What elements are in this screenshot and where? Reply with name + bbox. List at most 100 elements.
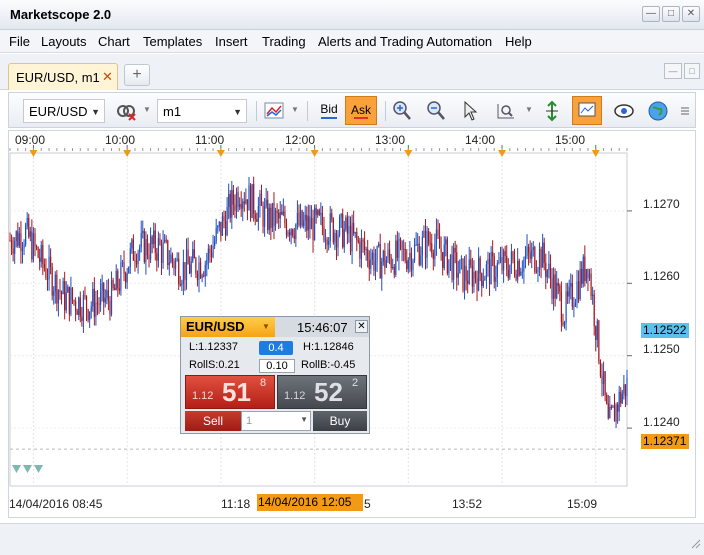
candle-body [85, 296, 88, 310]
candle-body [515, 274, 517, 280]
sell-price-prefix: 1.12 [192, 390, 214, 402]
buy-button[interactable]: Buy [313, 411, 367, 431]
candle-body [620, 391, 622, 404]
panel-minimize-button[interactable]: — [664, 63, 682, 79]
candle-body [371, 252, 373, 260]
candle-body [256, 219, 258, 222]
zoom-out-icon[interactable] [425, 100, 447, 122]
fit-icon[interactable] [541, 100, 563, 122]
candle-body [420, 255, 422, 265]
collapse-arrows-icon[interactable] [12, 465, 46, 477]
add-tab-button[interactable]: + [124, 64, 150, 86]
trade-symbol: EUR/USD [186, 319, 245, 334]
amount-select[interactable]: 1 ▼ [241, 411, 311, 431]
candle-body [509, 264, 511, 278]
candle-body [549, 263, 552, 279]
menu-file[interactable]: File [9, 34, 30, 49]
close-button[interactable]: ✕ [682, 6, 700, 22]
candle-body [174, 260, 177, 269]
lot-size-input[interactable]: 0.10 [259, 359, 295, 373]
menu-templates[interactable]: Templates [143, 34, 202, 49]
globe-icon[interactable] [647, 100, 669, 122]
minimize-button[interactable]: — [642, 6, 660, 22]
candle-body [457, 273, 459, 278]
candle-body [220, 221, 222, 236]
zoom-in-icon[interactable] [391, 100, 413, 122]
candle-body [556, 282, 558, 299]
candle-body [81, 316, 83, 321]
candle-body [462, 258, 464, 291]
sell-price-box[interactable]: 1.12 51 8 [185, 375, 275, 409]
snapshot-icon[interactable] [572, 96, 602, 125]
candle-body [71, 287, 74, 301]
indicator-dropdown-icon[interactable]: ▼ [143, 105, 151, 114]
candle-body [446, 239, 448, 274]
candle-body [493, 256, 495, 282]
candle-body [324, 239, 327, 241]
panel-maximize-button[interactable]: □ [684, 63, 700, 79]
trade-panel-close-icon[interactable]: ✕ [355, 320, 368, 333]
candle-body [535, 271, 538, 273]
candle-body [543, 242, 545, 263]
candle-body [239, 204, 241, 208]
ask-button[interactable]: Ask [345, 96, 377, 125]
resize-grip-icon[interactable] [690, 538, 702, 550]
price-label-1240: 1.1240 [643, 415, 680, 429]
candle-body [320, 212, 322, 215]
candle-body [559, 285, 561, 292]
menu-help[interactable]: Help [505, 34, 532, 49]
tab-eurusd-m1[interactable]: EUR/USD, m1 ✕ [8, 63, 118, 90]
menu-layouts[interactable]: Layouts [41, 34, 87, 49]
candle-body [293, 235, 295, 239]
candle-body [468, 259, 470, 284]
buy-price-box[interactable]: 1.12 52 2 [277, 375, 367, 409]
candle-body [253, 184, 255, 214]
candle-body [540, 248, 542, 268]
indicator-icon[interactable] [115, 100, 137, 122]
candle-body [596, 320, 598, 341]
candle-body [103, 282, 105, 303]
menu-insert[interactable]: Insert [215, 34, 248, 49]
eye-icon[interactable] [613, 100, 635, 122]
candle-body [378, 244, 380, 246]
candle-body [32, 233, 35, 260]
candle-body [51, 267, 53, 296]
candle-body [601, 375, 603, 385]
candle-body [68, 286, 70, 315]
candle-body [428, 231, 430, 244]
candle-body [623, 384, 625, 394]
candle-body [210, 252, 213, 257]
symbol-dropdown-icon[interactable]: ▼ [259, 319, 273, 335]
candle-body [89, 311, 91, 321]
candle-body [23, 244, 25, 248]
candle-body [534, 247, 536, 272]
timeframe-select[interactable]: m1 ▼ [157, 99, 247, 123]
chart-type-icon[interactable] [263, 100, 285, 122]
amount-dropdown-icon[interactable]: ▼ [300, 415, 308, 424]
candle-body [123, 262, 125, 274]
candle-body [602, 371, 605, 385]
chart-type-dropdown-icon[interactable]: ▼ [291, 105, 299, 114]
candle-body [413, 244, 416, 261]
candle-body [582, 256, 584, 284]
more-icon[interactable] [679, 100, 691, 122]
trade-symbol-selector[interactable]: EUR/USD ▼ [181, 317, 275, 337]
symbol-select[interactable]: EUR/USD ▼ [23, 99, 105, 123]
candle-body [10, 240, 13, 249]
zoom-range-icon[interactable] [495, 100, 517, 122]
menu-alerts[interactable]: Alerts and Trading Automation [318, 34, 492, 49]
candle-body [129, 248, 131, 267]
maximize-button[interactable]: □ [662, 6, 680, 22]
candle-body [203, 275, 205, 277]
zoom-dropdown-icon[interactable]: ▼ [525, 105, 533, 114]
sell-button[interactable]: Sell [185, 411, 241, 431]
bid-button[interactable]: Bid [315, 98, 343, 123]
cursor-icon[interactable] [459, 100, 481, 122]
menu-chart[interactable]: Chart [98, 34, 130, 49]
menu-trading[interactable]: Trading [262, 34, 306, 49]
tab-close-icon[interactable]: ✕ [102, 69, 113, 85]
candle-body [107, 290, 110, 301]
candle-body [485, 264, 488, 279]
bottom-time-1509: 15:09 [567, 497, 598, 511]
candle-body [262, 205, 264, 227]
